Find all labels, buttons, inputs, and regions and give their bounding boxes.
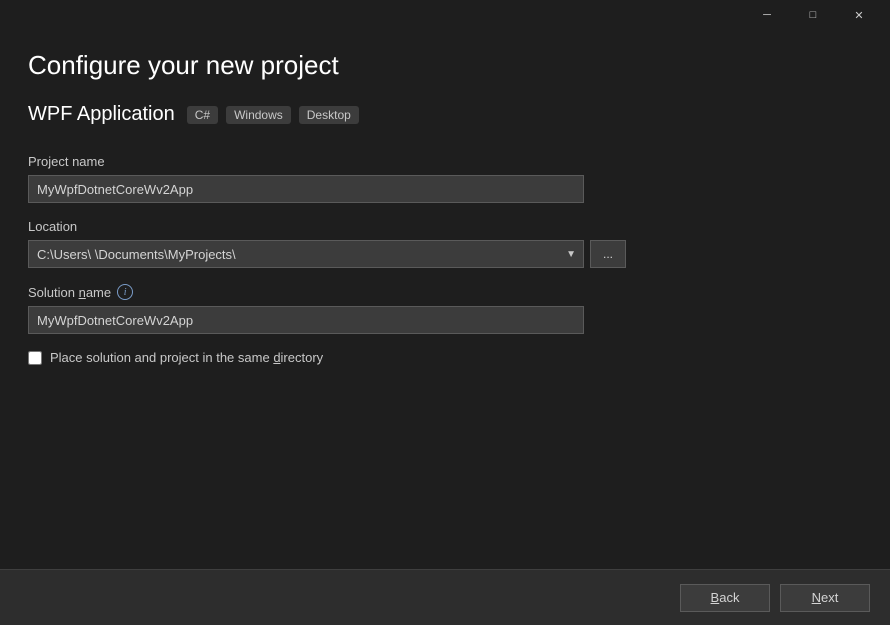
project-name-label: Project name — [28, 154, 862, 169]
footer: Back Next — [0, 569, 890, 625]
maximize-button[interactable]: □ — [790, 0, 836, 30]
browse-button[interactable]: ... — [590, 240, 626, 268]
close-button[interactable]: ✕ — [836, 0, 882, 30]
location-row: C:\Users\ \Documents\MyProjects\ ▼ ... — [28, 240, 862, 268]
same-directory-checkbox[interactable] — [28, 351, 42, 365]
solution-name-input[interactable] — [28, 306, 584, 334]
tag-desktop: Desktop — [299, 106, 359, 124]
location-section: Location C:\Users\ \Documents\MyProjects… — [28, 219, 862, 268]
same-directory-row: Place solution and project in the same d… — [28, 350, 862, 365]
minimize-button[interactable]: ─ — [744, 0, 790, 30]
info-icon[interactable]: i — [117, 284, 133, 300]
tag-csharp: C# — [187, 106, 218, 124]
page-title: Configure your new project — [28, 50, 862, 81]
location-label: Location — [28, 219, 862, 234]
location-wrapper: C:\Users\ \Documents\MyProjects\ ▼ — [28, 240, 584, 268]
solution-name-input-wrapper — [28, 306, 862, 334]
solution-name-section: Solution name i — [28, 284, 862, 334]
project-type-row: WPF Application C# Windows Desktop — [28, 103, 862, 126]
project-name-section: Project name — [28, 154, 862, 203]
title-bar: ─ □ ✕ — [0, 0, 890, 30]
tag-windows: Windows — [226, 106, 291, 124]
location-dropdown[interactable]: C:\Users\ \Documents\MyProjects\ — [28, 240, 584, 268]
solution-name-label: Solution name — [28, 285, 111, 300]
back-button[interactable]: Back — [680, 584, 770, 612]
solution-label-row: Solution name i — [28, 284, 862, 300]
project-type-name: WPF Application — [28, 103, 175, 126]
same-directory-label: Place solution and project in the same d… — [50, 350, 323, 365]
project-name-input[interactable] — [28, 175, 584, 203]
next-button[interactable]: Next — [780, 584, 870, 612]
main-content: Configure your new project WPF Applicati… — [0, 30, 890, 385]
